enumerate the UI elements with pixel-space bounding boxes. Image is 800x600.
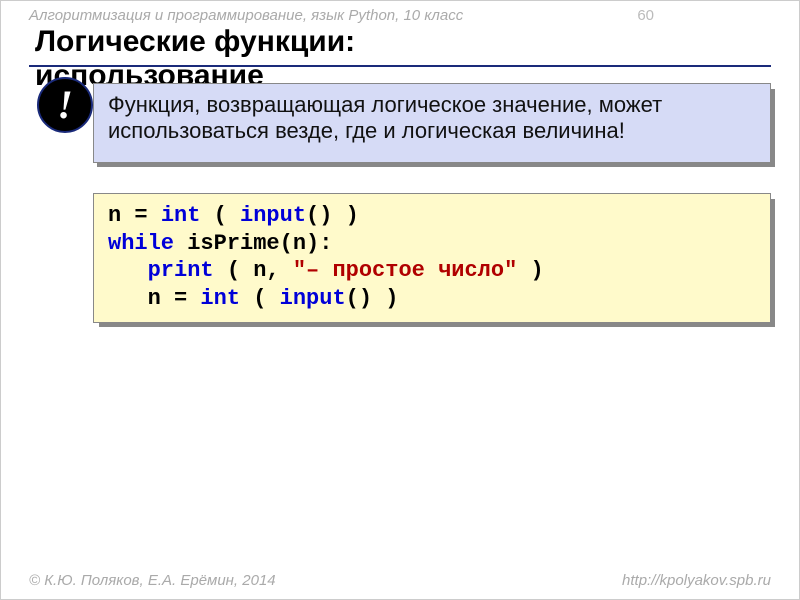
code-keyword: input [240, 203, 306, 228]
callout-box: Функция, возвращающая логическое значени… [39, 83, 771, 163]
code-text: ) [517, 258, 543, 283]
page-number: 60 [637, 7, 654, 24]
code-text: ( [240, 286, 280, 311]
code-box: n = int ( input() ) while isPrime(n): pr… [93, 193, 771, 323]
slide: Алгоритмизация и программирование, язык … [0, 0, 800, 600]
footer-copyright: © К.Ю. Поляков, Е.А. Ерёмин, 2014 [29, 572, 276, 589]
code-keyword: int [200, 286, 240, 311]
code-content: n = int ( input() ) while isPrime(n): pr… [93, 193, 771, 323]
code-string: "– простое число" [293, 258, 517, 283]
title-underline [29, 65, 771, 67]
footer-url: http://kpolyakov.spb.ru [622, 572, 771, 589]
callout-text: Функция, возвращающая логическое значени… [93, 83, 771, 163]
code-text: isPrime(n): [174, 231, 332, 256]
exclamation-icon: ! [57, 85, 73, 125]
code-text: n = [108, 203, 161, 228]
code-text: () ) [306, 203, 359, 228]
attention-icon: ! [37, 77, 93, 133]
course-header: Алгоритмизация и программирование, язык … [29, 7, 463, 24]
code-text: ( [200, 203, 240, 228]
code-text: ( n, [214, 258, 293, 283]
code-keyword: int [161, 203, 201, 228]
code-keyword: input [280, 286, 346, 311]
code-keyword: print [148, 258, 214, 283]
code-text: () ) [346, 286, 399, 311]
code-text: n = [108, 286, 200, 311]
title-line-1: Логические функции: [35, 25, 355, 58]
code-text [108, 258, 148, 283]
code-keyword: while [108, 231, 174, 256]
